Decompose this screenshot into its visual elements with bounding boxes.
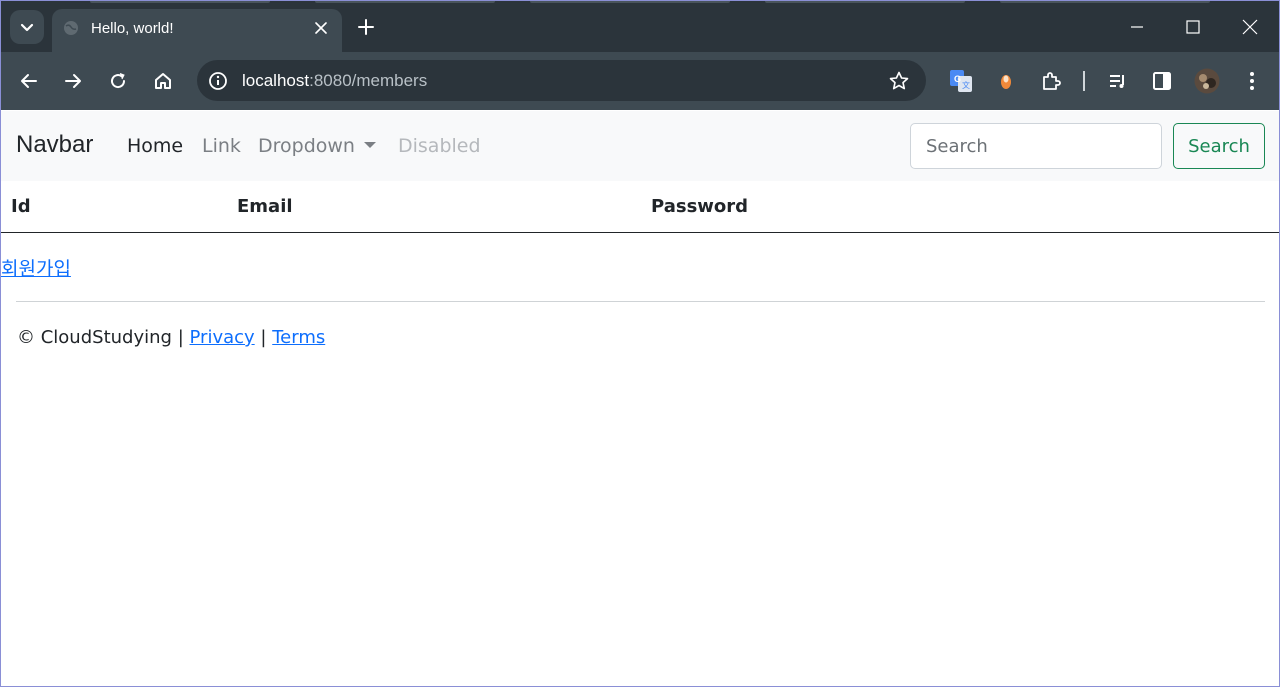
side-panel-icon bbox=[1153, 72, 1171, 90]
url-host: localhost bbox=[242, 71, 310, 90]
media-control-button[interactable] bbox=[1104, 67, 1132, 95]
tab-search-icon bbox=[20, 23, 34, 32]
more-vert-icon bbox=[1250, 72, 1254, 90]
home-button[interactable] bbox=[149, 67, 177, 95]
tab-search-button[interactable] bbox=[10, 10, 44, 44]
column-header-email: Email bbox=[237, 196, 293, 217]
site-info-button[interactable] bbox=[207, 70, 229, 92]
column-header-password: Password bbox=[651, 196, 749, 217]
media-queue-icon bbox=[1110, 75, 1124, 88]
back-button[interactable] bbox=[15, 67, 43, 95]
back-arrow-icon bbox=[21, 74, 37, 88]
bookmark-bleed bbox=[315, 0, 495, 3]
tab-close-button[interactable] bbox=[312, 19, 330, 37]
footer-copyright: © CloudStudying bbox=[17, 327, 172, 348]
minimize-button[interactable] bbox=[1124, 14, 1150, 40]
reload-icon bbox=[111, 73, 126, 89]
site-navbar: Navbar Home Link Dropdown Disabled Searc… bbox=[1, 111, 1279, 181]
globe-icon bbox=[64, 21, 78, 35]
tab-title: Hello, world! bbox=[91, 20, 174, 37]
nav-dropdown-label: Dropdown bbox=[258, 135, 355, 157]
info-icon bbox=[209, 72, 227, 90]
search-input[interactable] bbox=[910, 123, 1162, 169]
address-bar[interactable]: localhost:8080/members bbox=[197, 60, 926, 101]
bookmark-bleed bbox=[1000, 0, 1210, 3]
side-panel-button[interactable] bbox=[1148, 67, 1176, 95]
footer: © CloudStudying | Privacy | Terms bbox=[17, 327, 325, 348]
footer-separator: | bbox=[260, 327, 267, 348]
minimize-icon bbox=[1131, 26, 1143, 28]
new-tab-button[interactable] bbox=[355, 16, 377, 38]
footer-divider bbox=[16, 301, 1265, 302]
maximize-icon bbox=[1186, 20, 1200, 34]
url-path: :8080/members bbox=[309, 71, 428, 90]
search-button[interactable]: Search bbox=[1173, 123, 1265, 169]
bookmark-bleed bbox=[90, 0, 270, 3]
translate-icon: G文 bbox=[950, 70, 972, 92]
orange-extension[interactable] bbox=[992, 67, 1020, 95]
extension-orange-icon bbox=[1001, 75, 1011, 89]
svg-text:文: 文 bbox=[962, 80, 970, 90]
navbar-brand[interactable]: Navbar bbox=[16, 131, 93, 159]
svg-text:G: G bbox=[954, 74, 961, 84]
nav-link-home[interactable]: Home bbox=[127, 135, 183, 157]
star-icon bbox=[889, 71, 909, 90]
bookmark-bleed bbox=[530, 0, 730, 3]
terms-link[interactable]: Terms bbox=[272, 327, 325, 348]
profile-button[interactable] bbox=[1193, 67, 1221, 95]
members-table: Id Email Password bbox=[1, 181, 1279, 233]
menu-button[interactable] bbox=[1238, 67, 1266, 95]
home-icon bbox=[155, 73, 171, 89]
translate-extension[interactable]: G文 bbox=[947, 67, 975, 95]
signup-link[interactable]: 회원가입 bbox=[1, 254, 71, 281]
column-header-id: Id bbox=[11, 196, 31, 217]
close-icon bbox=[315, 22, 327, 34]
reload-button[interactable] bbox=[104, 67, 132, 95]
active-tab[interactable]: Hello, world! bbox=[52, 9, 342, 52]
forward-button[interactable] bbox=[59, 67, 87, 95]
bookmark-star-button[interactable] bbox=[888, 70, 910, 92]
toolbar-separator bbox=[1083, 71, 1085, 91]
nav-link-link[interactable]: Link bbox=[202, 135, 241, 157]
nav-link-disabled: Disabled bbox=[398, 135, 481, 157]
footer-separator: | bbox=[177, 327, 184, 348]
nav-dropdown[interactable]: Dropdown bbox=[258, 135, 376, 157]
puzzle-icon bbox=[1043, 72, 1061, 90]
profile-avatar bbox=[1194, 68, 1220, 94]
forward-arrow-icon bbox=[65, 74, 81, 88]
maximize-button[interactable] bbox=[1180, 14, 1206, 40]
tab-strip: Hello, world! bbox=[0, 0, 1280, 52]
close-window-button[interactable] bbox=[1237, 14, 1263, 40]
privacy-link[interactable]: Privacy bbox=[190, 327, 255, 348]
url-text: localhost:8080/members bbox=[242, 71, 427, 91]
plus-icon bbox=[358, 19, 374, 35]
browser-toolbar: localhost:8080/members G文 bbox=[0, 52, 1280, 110]
caret-down-icon bbox=[363, 142, 376, 148]
close-icon bbox=[1242, 19, 1258, 35]
extensions-button[interactable] bbox=[1037, 67, 1065, 95]
bookmark-bleed bbox=[765, 0, 965, 3]
